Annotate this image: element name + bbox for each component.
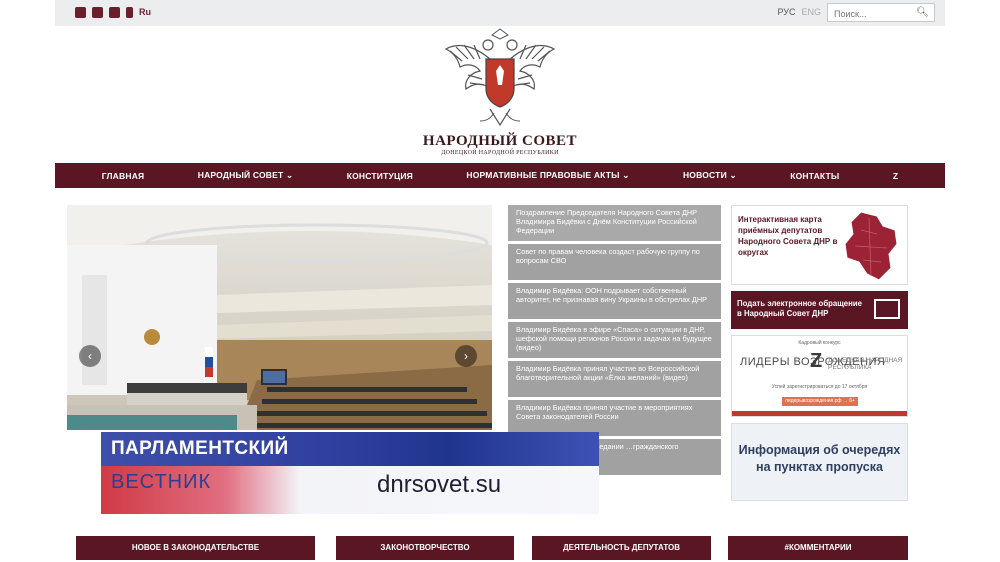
leaders-reg-text: Успей зарегистрироваться до 17 октября: [771, 384, 868, 390]
nav-item-home[interactable]: ГЛАВНАЯ: [102, 171, 145, 181]
slider-next-button[interactable]: ›: [455, 345, 477, 367]
leaders-top-text: Кадровый конкурс: [798, 340, 841, 346]
nav-item-constitution[interactable]: КОНСТИТУЦИЯ: [347, 171, 413, 181]
envelope-icon: [874, 299, 900, 319]
queue-banner[interactable]: Информация об очередях на пунктах пропус…: [731, 423, 908, 501]
lang-en[interactable]: ENG: [801, 7, 821, 17]
appeal-banner-text: Подать электронное обращение в Народный …: [737, 299, 862, 318]
search-icon[interactable]: 🔍︎: [916, 7, 929, 18]
leaders-dnr-text: ДОНЕЦКАЯ НАРОДНАЯ РЕСПУБЛИКА: [828, 357, 903, 371]
map-banner-text: Интерактивная карта приёмных депутатов Н…: [738, 215, 838, 257]
nav-item-news[interactable]: НОВОСТИ ⌄: [683, 170, 737, 181]
dnr-map-icon: [844, 211, 898, 281]
list-item[interactable]: Владимир Бидёвка: ООН подрывает собствен…: [508, 283, 721, 319]
language-switcher: РУС ENG: [777, 7, 821, 17]
coat-of-arms-icon: [444, 28, 556, 127]
rutube-link[interactable]: Ru: [139, 7, 151, 18]
ok-icon[interactable]: [126, 7, 133, 18]
list-item[interactable]: Владимир Бидёвка в эфире «Спаса» о ситуа…: [508, 322, 721, 358]
slider-prev-button[interactable]: ‹: [79, 345, 101, 367]
vk-icon[interactable]: [92, 7, 103, 18]
tv-strip: ПАРЛАМЕНТСКИЙ: [101, 432, 599, 466]
appeal-banner[interactable]: Подать электронное обращение в Народный …: [731, 291, 908, 329]
list-item[interactable]: Владимир Бидёвка принял участие в меропр…: [508, 400, 721, 436]
queue-line1: Информация об очередях: [738, 443, 901, 457]
social-links: Ru: [75, 7, 151, 18]
search-input[interactable]: [828, 5, 914, 23]
map-banner[interactable]: Интерактивная карта приёмных депутатов Н…: [731, 205, 908, 285]
parliament-hall-image: [67, 205, 492, 430]
tv-title-line1: ПАРЛАМЕНТСКИЙ: [111, 438, 289, 459]
nav-item-z[interactable]: Z: [893, 171, 898, 181]
lang-ru[interactable]: РУС: [777, 7, 795, 17]
tv-title-line2: ВЕСТНИК: [111, 471, 212, 493]
right-sidebar: Интерактивная карта приёмных депутатов Н…: [731, 205, 908, 501]
comments-button[interactable]: #КОММЕНТАРИИ: [728, 536, 908, 560]
leaders-link-button[interactable]: лидерывозрождения.рф → 6+: [782, 397, 858, 406]
logo-title: НАРОДНЫЙ СОВЕТ: [422, 133, 578, 149]
tv-lower: ВЕСТНИК dnrsovet.su: [101, 466, 599, 514]
new-legislation-button[interactable]: НОВОЕ В ЗАКОНОДАТЕЛЬСТВЕ: [76, 536, 315, 560]
nav-item-council[interactable]: НАРОДНЫЙ СОВЕТ ⌄: [198, 170, 294, 181]
queue-line2: на пунктах пропуска: [756, 460, 883, 474]
list-item[interactable]: Поздравление Председателя Народного Сове…: [508, 205, 721, 241]
leaders-banner[interactable]: Кадровый конкурс ЛИДЕРЫ ВОЗРОЖДЕНИЯ Z ДО…: [731, 335, 908, 417]
search-box: 🔍︎: [827, 3, 935, 23]
youtube-icon[interactable]: [75, 7, 86, 18]
nav-item-legal-acts[interactable]: НОРМАТИВНЫЕ ПРАВОВЫЕ АКТЫ ⌄: [466, 170, 629, 181]
list-item[interactable]: Владимир Бидёвка принял участие во Всеро…: [508, 361, 721, 397]
site-logo[interactable]: НАРОДНЫЙ СОВЕТ ДОНЕЦКОЙ НАРОДНОЙ РЕСПУБЛ…: [418, 27, 582, 160]
slider-caption: Влади: [68, 468, 92, 477]
deputies-activity-button[interactable]: ДЕЯТЕЛЬНОСТЬ ДЕПУТАТОВ: [532, 536, 711, 560]
news-slider[interactable]: ‹ ›: [67, 205, 492, 430]
nav-item-contacts[interactable]: КОНТАКТЫ: [790, 171, 839, 181]
tv-lower-third: ПАРЛАМЕНТСКИЙ ВЕСТНИК dnrsovet.su: [101, 432, 599, 514]
leaders-bar: [732, 411, 907, 416]
logo-subtitle: ДОНЕЦКОЙ НАРОДНОЙ РЕСПУБЛИКИ: [441, 150, 559, 156]
page: Ru РУС ENG 🔍︎: [0, 0, 1000, 562]
top-bar: Ru РУС ENG 🔍︎: [55, 0, 945, 26]
tv-url: dnrsovet.su: [377, 471, 502, 498]
telegram-icon[interactable]: [109, 7, 120, 18]
list-item[interactable]: Совет по правам человека создаст рабочую…: [508, 244, 721, 280]
leaders-z: Z: [810, 350, 823, 372]
main-nav: ГЛАВНАЯ НАРОДНЫЙ СОВЕТ ⌄ КОНСТИТУЦИЯ НОР…: [55, 163, 945, 188]
lawmaking-button[interactable]: ЗАКОНОТВОРЧЕСТВО: [336, 536, 514, 560]
